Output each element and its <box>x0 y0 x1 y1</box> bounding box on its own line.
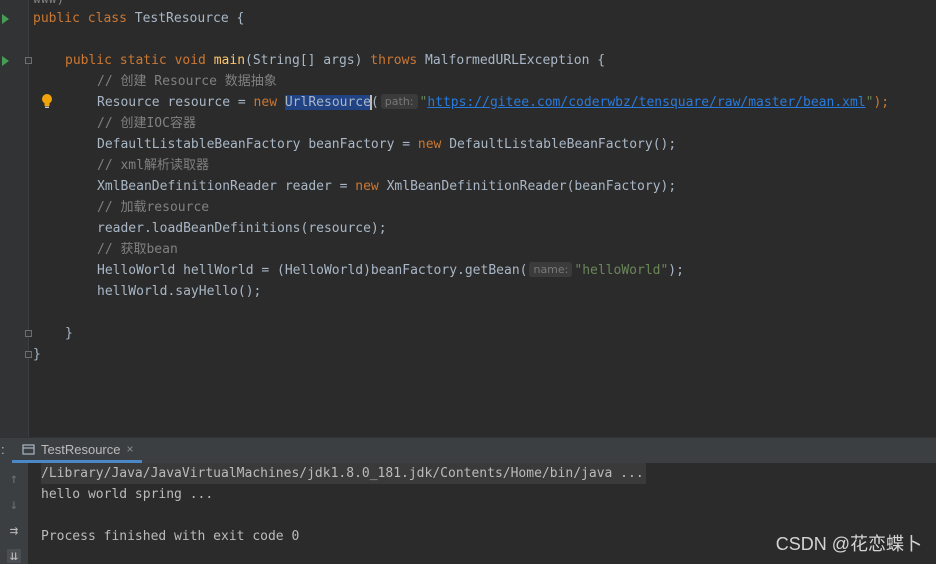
code-brace: } <box>33 347 41 362</box>
params: (String[] args) <box>245 53 371 68</box>
code-line-sayhello[interactable]: hellWorld.sayHello(); <box>97 281 261 302</box>
url-link[interactable]: https://gitee.com/coderwbz/tensquare/raw… <box>427 95 865 110</box>
fold-icon[interactable] <box>25 351 32 358</box>
code-comment: // 获取bean <box>97 242 178 257</box>
tab-testresource[interactable]: TestResource × <box>12 438 142 463</box>
code-comment: // 加载resource <box>97 200 210 215</box>
selected-class-name[interactable]: UrlResource <box>284 95 371 110</box>
console-line[interactable]: /Library/Java/JavaVirtualMachines/jdk1.8… <box>41 463 646 484</box>
exception: MalformedURLException { <box>417 53 606 68</box>
code-line-resource[interactable]: Resource resource = new UrlResource(path… <box>97 92 889 113</box>
close-icon[interactable]: × <box>126 442 133 456</box>
code-line-factory[interactable]: DefaultListableBeanFactory beanFactory =… <box>97 134 676 155</box>
code-line-getbean[interactable]: HelloWorld hellWorld = (HelloWorld)beanF… <box>97 260 684 281</box>
code-line-load[interactable]: reader.loadBeanDefinitions(resource); <box>97 218 387 239</box>
fold-icon[interactable] <box>25 57 32 64</box>
class-name: TestResource { <box>126 11 245 26</box>
file-tab-icon <box>22 443 35 455</box>
code-line-reader[interactable]: XmlBeanDefinitionReader reader = new Xml… <box>97 176 676 197</box>
param-hint: path: <box>380 94 418 109</box>
keyword: new <box>253 95 278 110</box>
code-comment: // 创建IOC容器 <box>97 116 196 131</box>
soft-wrap-icon[interactable]: ⇉ <box>7 524 21 538</box>
code-comment: // 创建 Resource 数据抽象 <box>97 74 277 89</box>
run-class-icon[interactable] <box>2 14 9 24</box>
code-text: DefaultListableBeanFactory beanFactory = <box>97 137 418 152</box>
code-editor[interactable]: www) public class TestResource { public … <box>0 0 936 437</box>
code-text: ); <box>668 263 684 278</box>
method-name: main <box>213 53 246 68</box>
keyword: new <box>355 179 379 194</box>
tool-window-label: : <box>1 442 5 457</box>
arrow-down-icon[interactable]: ↓ <box>7 498 21 512</box>
code-text: ( <box>370 95 379 110</box>
keyword: public static void <box>65 53 206 68</box>
console-line: hello world spring ... <box>41 487 214 502</box>
scroll-to-end-icon[interactable]: ⇊ <box>7 549 21 563</box>
code-line-main[interactable]: public static void main(String[] args) t… <box>65 50 605 71</box>
console-toolbar: ↑ ↓ ⇉ ⇊ <box>0 463 28 564</box>
code-brace: } <box>65 326 73 341</box>
keyword: throws <box>370 53 418 68</box>
fold-icon[interactable] <box>25 330 32 337</box>
string-literal: "helloWorld" <box>574 263 669 278</box>
code-text: HelloWorld hellWorld = (HelloWorld)beanF… <box>97 263 528 278</box>
code-text: XmlBeanDefinitionReader(beanFactory); <box>378 179 677 194</box>
code-text: ); <box>873 95 890 110</box>
code-text: Resource resource = <box>97 95 254 110</box>
param-hint: name: <box>529 262 573 277</box>
lightbulb-icon[interactable] <box>40 93 54 109</box>
keyword: new <box>417 137 442 152</box>
code-line-class[interactable]: public class TestResource { <box>33 8 244 29</box>
arrow-up-icon[interactable]: ↑ <box>7 472 21 486</box>
code-text: XmlBeanDefinitionReader reader = <box>97 179 356 194</box>
console-line: Process finished with exit code 0 <box>41 529 300 544</box>
run-main-icon[interactable] <box>2 56 9 66</box>
code-comment: // xml解析读取器 <box>97 158 209 173</box>
run-tool-window-header: : TestResource × <box>0 437 936 464</box>
tab-label: TestResource <box>41 441 121 457</box>
code-text: DefaultListableBeanFactory(); <box>441 137 677 152</box>
keyword: public class <box>33 11 127 26</box>
watermark: CSDN @花恋蝶卜 <box>775 534 922 554</box>
